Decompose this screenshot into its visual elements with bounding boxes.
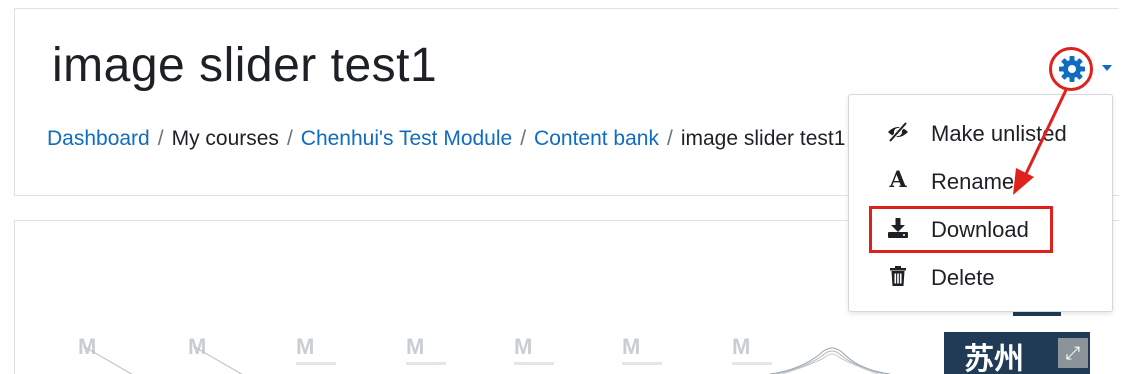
gear-icon <box>1059 56 1085 82</box>
trash-icon <box>885 265 911 289</box>
menu-item-label: Rename <box>931 169 1015 194</box>
expand-icon[interactable]: ⤢ <box>1058 338 1088 368</box>
breadcrumb-separator: / <box>286 127 293 150</box>
breadcrumb-separator: / <box>666 127 673 150</box>
thumbnail-logo: M <box>622 336 641 359</box>
actions-dropdown: Make unlisted A Rename Download Delete <box>848 94 1113 312</box>
thumbnail-bar <box>622 362 662 365</box>
page-title: image slider test1 <box>52 39 438 92</box>
breadcrumb-course[interactable]: Chenhui's Test Module <box>301 127 512 150</box>
menu-item-label: Delete <box>931 265 995 290</box>
breadcrumb: Dashboard / My courses / Chenhui's Test Modu… <box>47 127 847 151</box>
slide-thumbnail[interactable]: M <box>622 336 682 374</box>
slide-thumbnail[interactable]: M <box>514 336 574 374</box>
thumbnail-logo: M <box>406 336 425 359</box>
thumbnail-logo: M <box>296 336 315 359</box>
menu-item-make-unlisted[interactable]: Make unlisted <box>849 113 1112 153</box>
menu-item-label: Make unlisted <box>931 121 1067 146</box>
breadcrumb-current: image slider test1 <box>680 127 846 150</box>
breadcrumb-separator: / <box>520 127 527 150</box>
city-label: 苏州 <box>964 342 1024 374</box>
breadcrumb-dashboard[interactable]: Dashboard <box>47 127 150 150</box>
breadcrumb-content-bank[interactable]: Content bank <box>534 127 659 150</box>
menu-item-delete[interactable]: Delete <box>849 257 1112 297</box>
slide-thumbnail[interactable]: M <box>78 336 138 374</box>
thumbnail-logo: M <box>514 336 533 359</box>
slide-thumbnail[interactable]: M <box>296 336 356 374</box>
thumbnail-bar <box>406 362 446 365</box>
font-icon: A <box>889 167 907 193</box>
breadcrumb-my-courses: My courses <box>171 127 279 150</box>
eye-slash-icon <box>885 121 911 145</box>
page: image slider test1 Dashboard / My courses /… <box>0 0 1121 374</box>
menu-item-rename[interactable]: A Rename <box>849 161 1112 201</box>
slide-thumbnail[interactable]: M <box>406 336 466 374</box>
download-highlight-box <box>869 206 1053 253</box>
thumbnail-bar <box>296 362 336 365</box>
thumbnail-bar <box>514 362 554 365</box>
actions-menu-button[interactable] <box>1049 47 1093 91</box>
thumbnail-bar <box>732 362 772 365</box>
breadcrumb-separator: / <box>157 127 164 150</box>
mountain-graphic <box>770 347 890 374</box>
slide-thumbnail[interactable]: M <box>188 336 248 374</box>
chevron-down-icon[interactable] <box>1102 65 1112 71</box>
